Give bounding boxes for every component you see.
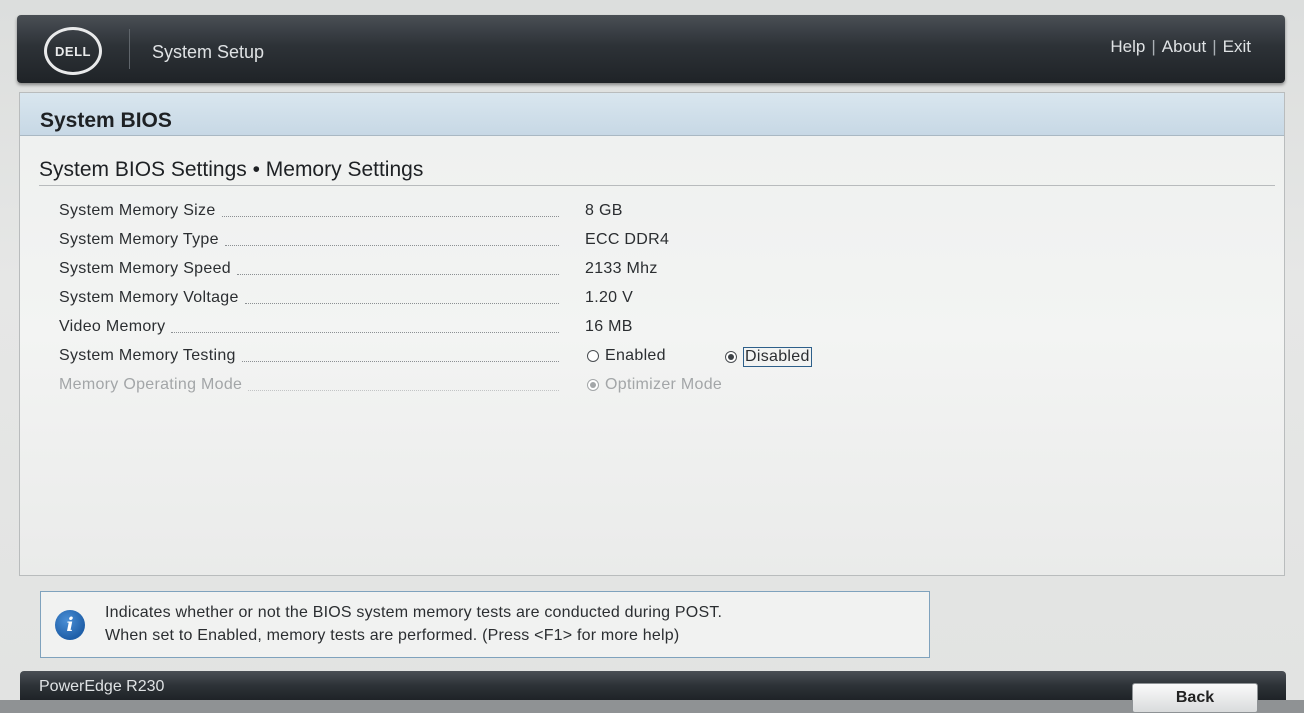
leader-dots [224, 235, 559, 246]
link-separator: | [1212, 37, 1217, 56]
setting-row-memory-voltage[interactable]: System Memory Voltage 1.20 V [59, 289, 1259, 311]
info-icon: i [55, 610, 85, 640]
radio-enabled[interactable]: Enabled [587, 347, 666, 365]
setting-label: Memory Operating Mode [59, 376, 243, 393]
setting-value: 16 MB [585, 318, 633, 335]
setting-row-memory-type[interactable]: System Memory Type ECC DDR4 [59, 231, 1259, 253]
radio-unchecked-icon [587, 350, 599, 362]
help-line-1: Indicates whether or not the BIOS system… [105, 604, 723, 621]
radio-label-enabled: Enabled [605, 347, 666, 364]
bios-screen: DELL System Setup Help | About | Exit Sy… [0, 0, 1304, 713]
radio-checked-icon [587, 379, 599, 391]
radio-label-optimizer: Optimizer Mode [605, 376, 723, 393]
section-title: System BIOS Settings • Memory Settings [39, 158, 424, 181]
about-link[interactable]: About [1162, 37, 1206, 57]
leader-dots [241, 351, 559, 362]
logo-separator [129, 29, 130, 69]
setting-label: System Memory Testing [59, 347, 236, 364]
app-title: System Setup [152, 42, 265, 62]
setting-row-memory-operating-mode: Memory Operating Mode Optimizer Mode [59, 376, 1259, 398]
top-bar: DELL System Setup Help | About | Exit [17, 15, 1285, 83]
setting-row-video-memory[interactable]: Video Memory 16 MB [59, 318, 1259, 340]
leader-dots [244, 293, 559, 304]
bottom-bar: PowerEdge R230 Back [20, 671, 1286, 713]
setting-row-memory-testing[interactable]: System Memory Testing Enabled Disabled [59, 347, 1259, 369]
setting-row-memory-size[interactable]: System Memory Size 8 GB [59, 202, 1259, 224]
setting-label: System Memory Type [59, 231, 219, 248]
setting-value: 2133 Mhz [585, 260, 658, 277]
radio-disabled[interactable]: Disabled [725, 347, 812, 367]
leader-dots [221, 206, 559, 217]
leader-dots [171, 322, 559, 333]
logo-text: DELL [55, 43, 91, 59]
back-button[interactable]: Back [1132, 683, 1258, 713]
setting-label: System Memory Size [59, 202, 216, 219]
help-text: Indicates whether or not the BIOS system… [105, 601, 722, 647]
setting-label: System Memory Speed [59, 260, 231, 277]
help-link[interactable]: Help [1110, 37, 1145, 57]
radio-label-disabled: Disabled [743, 347, 812, 367]
radio-checked-icon [725, 351, 737, 363]
exit-link[interactable]: Exit [1223, 37, 1251, 57]
section-divider [39, 185, 1275, 186]
dell-logo: DELL [44, 27, 102, 75]
model-name: PowerEdge R230 [39, 678, 165, 695]
setting-label: Video Memory [59, 318, 166, 335]
help-line-2: When set to Enabled, memory tests are pe… [105, 627, 680, 644]
setting-label: System Memory Voltage [59, 289, 239, 306]
setting-value: 1.20 V [585, 289, 634, 306]
setting-value: 8 GB [585, 202, 623, 219]
main-panel: System BIOS System BIOS Settings • Memor… [19, 92, 1285, 576]
top-links: Help | About | Exit [1110, 37, 1251, 57]
radio-optimizer-mode: Optimizer Mode [587, 376, 722, 394]
leader-dots [248, 380, 559, 391]
help-box: i Indicates whether or not the BIOS syst… [40, 591, 930, 658]
panel-title: System BIOS [40, 109, 172, 132]
leader-dots [236, 264, 559, 275]
link-separator: | [1151, 37, 1156, 56]
panel-header: System BIOS [20, 93, 1284, 136]
setting-row-memory-speed[interactable]: System Memory Speed 2133 Mhz [59, 260, 1259, 282]
setting-value: ECC DDR4 [585, 231, 670, 248]
